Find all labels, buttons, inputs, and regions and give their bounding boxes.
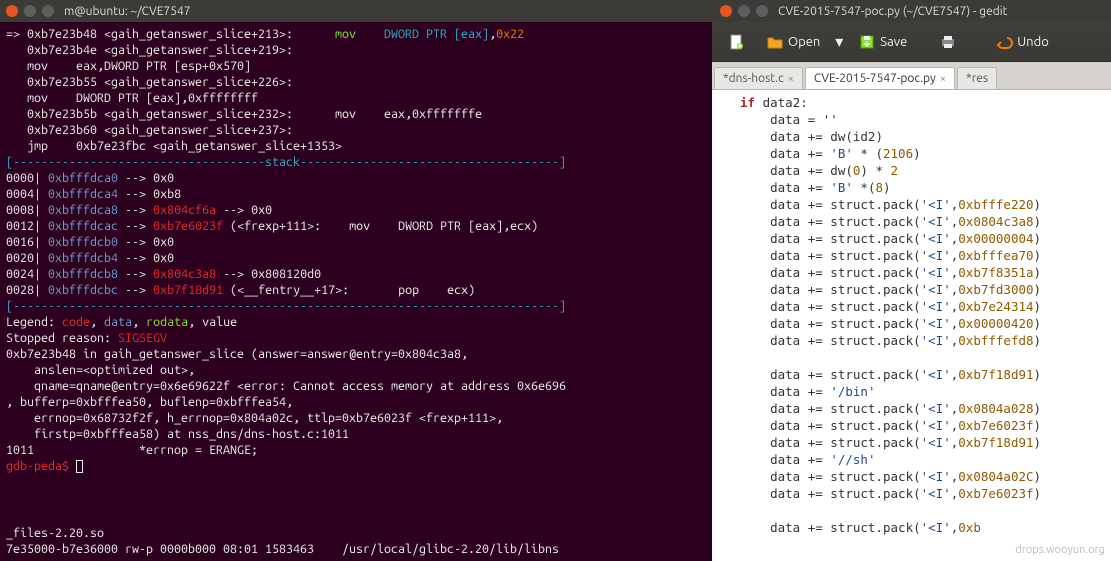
asm-line: 0xb7e23b4e <gaih_getanswer_slice+219>: — [6, 43, 293, 57]
print-button[interactable] — [931, 29, 965, 55]
context-line: errnop=0x68732f2f, h_errnop=0x804a02c, t… — [6, 411, 503, 425]
save-button[interactable]: Save — [850, 29, 915, 55]
maximize-icon[interactable] — [42, 5, 54, 17]
asm-line: 0xb7e23b5b <gaih_getanswer_slice+232>: — [6, 107, 293, 121]
minimize-icon[interactable] — [24, 5, 36, 17]
terminal-title: m@ubuntu: ~/CVE7547 — [64, 5, 191, 18]
stopped-reason: Stopped reason: SIGSEGV — [6, 331, 167, 345]
context-line: 1011 *errnop = ERANGE; — [6, 443, 258, 457]
section-header: [------------------------------------sta… — [6, 155, 566, 169]
gedit-tabs: *dns-host.c × CVE-2015-7547-poc.py × *re… — [712, 62, 1111, 90]
save-icon — [858, 33, 876, 51]
stack-row: 0016| 0xbfffdcb0 --> 0x0 — [6, 235, 174, 249]
open-label: Open — [788, 35, 820, 49]
asm-line: => 0xb7e23b48 <gaih_getanswer_slice+213>… — [6, 27, 293, 41]
asm-line: 0xb7e23b55 <gaih_getanswer_slice+226>: — [6, 75, 293, 89]
minimize-icon[interactable] — [738, 5, 750, 17]
tab-dns-host[interactable]: *dns-host.c × — [714, 67, 803, 89]
terminal-titlebar: m@ubuntu: ~/CVE7547 — [0, 0, 712, 22]
stack-row: 0004| 0xbfffdca4 --> 0xb8 — [6, 187, 181, 201]
print-icon — [939, 33, 957, 51]
save-label: Save — [880, 35, 907, 49]
new-file-button[interactable] — [720, 29, 754, 55]
tab-label: *res — [966, 72, 988, 85]
tab-label: CVE-2015-7547-poc.py — [814, 72, 936, 85]
gedit-titlebar: CVE-2015-7547-poc.py (~/CVE7547) - gedit — [712, 0, 1111, 22]
divider: [---------------------------------------… — [6, 299, 566, 313]
maximize-icon[interactable] — [756, 5, 768, 17]
context-line: 0xb7e23b48 in gaih_getanswer_slice (answ… — [6, 347, 468, 361]
terminal-footer: _files-2.20.so 7e35000-b7e36000 rw-p 000… — [0, 525, 712, 561]
close-icon[interactable] — [6, 5, 18, 17]
gedit-window: CVE-2015-7547-poc.py (~/CVE7547) - gedit… — [712, 0, 1111, 561]
close-tab-icon[interactable]: × — [788, 73, 794, 85]
undo-label: Undo — [1017, 35, 1049, 49]
gedit-toolbar: Open ▾ Save Undo — [712, 22, 1111, 62]
legend: Legend: code, data, rodata, value — [6, 315, 237, 329]
close-icon[interactable] — [720, 5, 732, 17]
context-line: qname=qname@entry=0x6e69622f <error: Can… — [6, 379, 566, 393]
tab-res[interactable]: *res — [957, 67, 997, 89]
stack-row: 0020| 0xbfffdcb4 --> 0x0 — [6, 251, 174, 265]
code-editor[interactable]: if data2: data = '' data += dw(id2) data… — [712, 90, 1111, 561]
prompt[interactable]: gdb-peda$ — [6, 459, 83, 473]
cursor-icon — [76, 460, 83, 473]
open-dropdown[interactable]: ▾ — [832, 35, 846, 49]
tab-label: *dns-host.c — [723, 72, 784, 85]
stack-row: 0028| 0xbfffdcbc --> 0xb7f18d91 (<__fent… — [6, 283, 475, 297]
undo-icon — [995, 33, 1013, 51]
watermark: drops.wooyun.org — [1015, 542, 1105, 559]
open-button[interactable]: Open — [758, 29, 828, 55]
stack-row: 0000| 0xbfffdca0 --> 0x0 — [6, 171, 174, 185]
context-line: , bufferp=0xbfffea50, buflenp=0xbfffea54… — [6, 395, 293, 409]
undo-button[interactable]: Undo — [987, 29, 1057, 55]
close-tab-icon[interactable]: × — [940, 73, 946, 85]
stack-row: 0008| 0xbfffdca8 --> 0x804cf6a --> 0x0 — [6, 203, 272, 217]
terminal-window: m@ubuntu: ~/CVE7547 => 0xb7e23b48 <gaih_… — [0, 0, 712, 561]
new-file-icon — [728, 33, 746, 51]
stack-row: 0024| 0xbfffdcb8 --> 0x804c3a8 --> 0x808… — [6, 267, 321, 281]
context-line: firstp=0xbfffea58) at nss_dns/dns-host.c… — [6, 427, 349, 441]
terminal-output[interactable]: => 0xb7e23b48 <gaih_getanswer_slice+213>… — [0, 22, 712, 478]
tab-poc[interactable]: CVE-2015-7547-poc.py × — [805, 67, 955, 89]
context-line: anslen=<optimized out>, — [6, 363, 195, 377]
stack-row: 0012| 0xbfffdcac --> 0xb7e6023f (<frexp+… — [6, 219, 538, 233]
asm-line: 0xb7e23b60 <gaih_getanswer_slice+237>: — [6, 123, 293, 137]
gedit-title: CVE-2015-7547-poc.py (~/CVE7547) - gedit — [778, 5, 1007, 18]
folder-open-icon — [766, 33, 784, 51]
